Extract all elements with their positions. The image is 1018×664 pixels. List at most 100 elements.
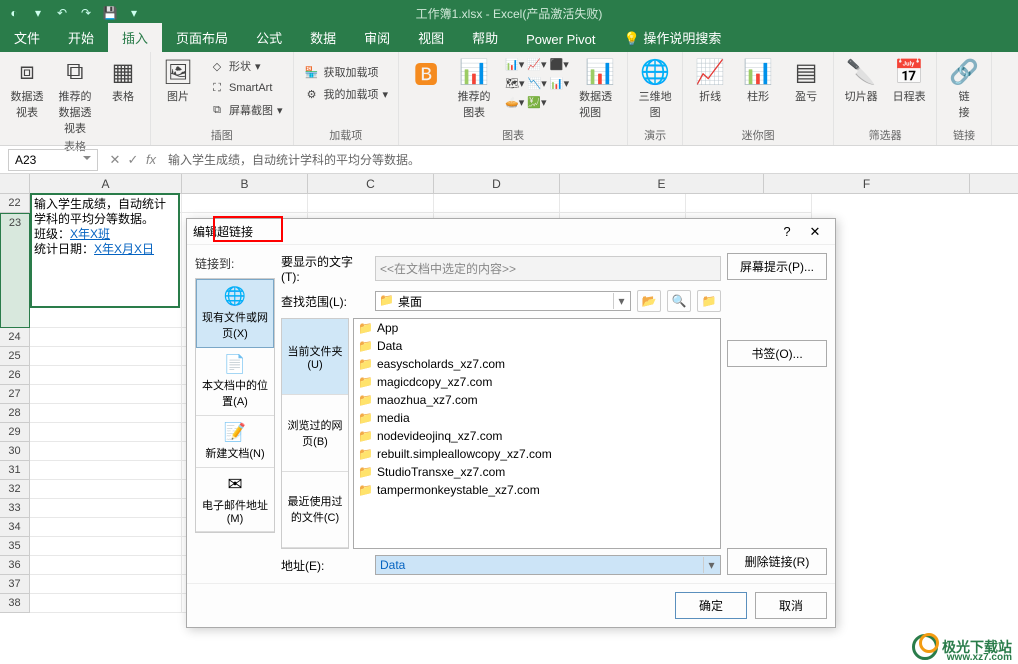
chevron-down-icon[interactable]: ▾ [703,557,719,573]
tell-me[interactable]: 💡 操作说明搜索 [610,23,736,52]
cell[interactable] [30,499,182,518]
link-type-newdoc[interactable]: 📝新建文档(N) [196,416,274,468]
cell[interactable] [308,194,434,213]
bookmark-button[interactable]: 书签(O)... [727,340,827,367]
tab-file[interactable]: 文件 [0,23,54,52]
col-header[interactable]: B [182,174,308,193]
ok-button[interactable]: 确定 [675,592,747,619]
recommended-charts-button[interactable]: 📊推荐的 图表 [453,56,495,120]
file-item[interactable]: 📁tampermonkeystable_xz7.com [354,481,720,499]
col-header[interactable]: E [560,174,764,193]
quicksave-arrow-icon[interactable]: ▾ [30,5,46,21]
tab-layout[interactable]: 页面布局 [162,23,242,52]
sparkline-line-button[interactable]: 📈折线 [689,56,731,104]
pivot-chart-button[interactable]: 📊数据透视图 [579,56,621,120]
subtab-recent-files[interactable]: 最近使用过的文件(C) [282,472,348,548]
link-button[interactable]: 🔗链 接 [943,56,985,120]
cell[interactable] [30,575,182,594]
smartart-button[interactable]: ⛶SmartArt [205,78,287,98]
tab-insert[interactable]: 插入 [108,23,162,52]
row-header[interactable]: 37 [0,575,30,594]
col-header[interactable]: D [434,174,560,193]
file-item[interactable]: 📁rebuilt.simpleallowcopy_xz7.com [354,445,720,463]
cell[interactable] [434,194,560,213]
undo-icon[interactable]: ↶ [54,5,70,21]
picture-button[interactable]: 🖼图片 [157,56,199,104]
col-header[interactable]: A [30,174,182,193]
address-input[interactable] [375,555,721,575]
chevron-down-icon[interactable]: ▾ [613,293,629,309]
cell[interactable] [30,461,182,480]
cell[interactable] [30,404,182,423]
timeline-filter-button[interactable]: 📅日程表 [888,56,930,104]
cell[interactable] [30,537,182,556]
confirm-edit-icon[interactable]: ✓ [124,152,142,168]
col-header[interactable]: C [308,174,434,193]
recommended-pivot-button[interactable]: ⧉推荐的 数据透视表 [54,56,96,136]
save-icon[interactable]: 💾 [102,5,118,21]
row-header[interactable]: 26 [0,366,30,385]
row-header[interactable]: 31 [0,461,30,480]
cell[interactable] [30,423,182,442]
screenshot-button[interactable]: ⧉屏幕截图 ▾ [205,100,287,120]
chart-type-2[interactable]: 🗺▾ 📉▾ 📊▾ [501,75,573,92]
browse-file-icon[interactable]: 📁 [697,290,721,312]
cell[interactable] [560,194,686,213]
row-header[interactable]: 29 [0,423,30,442]
cell[interactable] [30,328,182,347]
lookin-combo[interactable] [375,291,631,311]
fx-icon[interactable]: fx [142,152,160,167]
file-item[interactable]: 📁StudioTransxe_xz7.com [354,463,720,481]
file-item[interactable]: 📁Data [354,337,720,355]
link-type-place[interactable]: 📄本文档中的位置(A) [196,348,274,416]
file-item[interactable]: 📁App [354,319,720,337]
file-item[interactable]: 📁maozhua_xz7.com [354,391,720,409]
row-header[interactable]: 32 [0,480,30,499]
redo-icon[interactable]: ↷ [78,5,94,21]
link-type-email[interactable]: ✉电子邮件地址(M) [196,468,274,532]
row-header[interactable]: 23 [0,213,30,328]
active-cell-a23[interactable]: 输入学生成绩，自动统计学科的平均分等数据。 班级：X年X班 统计日期：X年X月X… [30,193,180,308]
slicer-button[interactable]: 🔪切片器 [840,56,882,104]
cell[interactable] [30,385,182,404]
row-header[interactable]: 38 [0,594,30,613]
cell[interactable] [30,594,182,613]
remove-link-button[interactable]: 删除链接(R) [727,548,827,575]
cell-link[interactable]: X年X班 [70,227,110,241]
sparkline-column-button[interactable]: 📊柱形 [737,56,779,104]
cell[interactable] [182,194,308,213]
col-header[interactable]: F [764,174,970,193]
row-header[interactable]: 34 [0,518,30,537]
get-addins-button[interactable]: 🏪获取加载项 [300,62,393,82]
pivot-table-button[interactable]: ⧈数据透 视表 [6,56,48,120]
browse-web-icon[interactable]: 🔍 [667,290,691,312]
file-list[interactable]: 📁App📁Data📁easyscholards_xz7.com📁magicdco… [353,318,721,549]
row-header[interactable]: 24 [0,328,30,347]
file-item[interactable]: 📁nodevideojinq_xz7.com [354,427,720,445]
dialog-close-icon[interactable]: ✕ [801,224,829,240]
cancel-edit-icon[interactable]: ✕ [106,152,124,168]
row-header[interactable]: 28 [0,404,30,423]
table-button[interactable]: ▦表格 [102,56,144,104]
select-all-corner[interactable] [0,174,30,193]
bing-button[interactable]: 🅱 [405,56,447,88]
row-header[interactable]: 35 [0,537,30,556]
chart-type-1[interactable]: 📊▾ 📈▾ ⬛▾ [501,56,573,73]
row-header[interactable]: 22 [0,194,30,213]
file-item[interactable]: 📁media [354,409,720,427]
file-item[interactable]: 📁easyscholards_xz7.com [354,355,720,373]
row-header[interactable]: 27 [0,385,30,404]
tab-home[interactable]: 开始 [54,23,108,52]
quickaccess-more-icon[interactable]: ▾ [126,5,142,21]
formula-input[interactable] [160,149,1018,171]
tab-review[interactable]: 审阅 [350,23,404,52]
cell-link[interactable]: X年X月X日 [94,242,154,256]
file-item[interactable]: 📁magicdcopy_xz7.com [354,373,720,391]
map3d-button[interactable]: 🌐三维地 图 [634,56,676,120]
row-header[interactable]: 25 [0,347,30,366]
up-folder-icon[interactable]: 📂 [637,290,661,312]
name-box[interactable]: A23 [8,149,98,171]
screen-tip-button[interactable]: 屏幕提示(P)... [727,253,827,280]
tab-data[interactable]: 数据 [296,23,350,52]
cell[interactable] [30,556,182,575]
